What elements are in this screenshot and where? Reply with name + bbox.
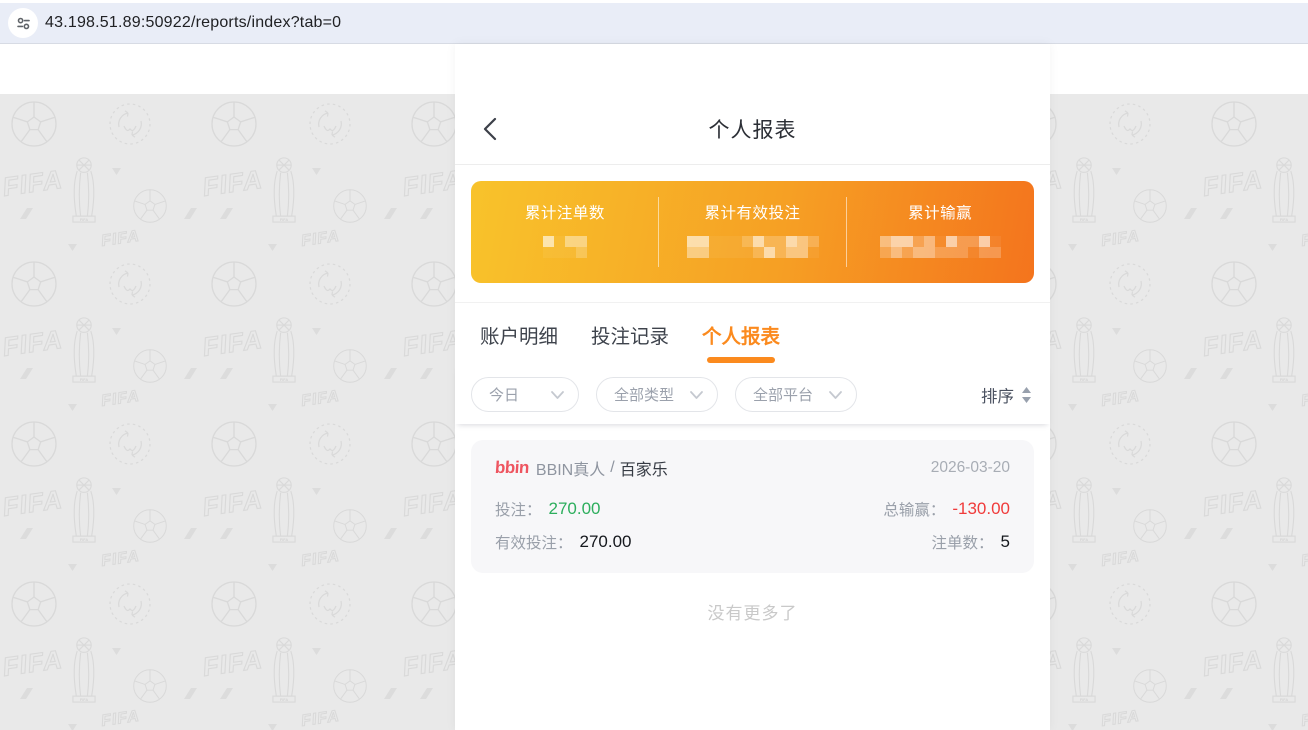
masked-stat-value: [543, 236, 587, 258]
valid-bet-value: 270.00: [580, 532, 632, 552]
winloss-value: -130.00: [952, 499, 1010, 519]
tab-label: 账户明细: [480, 320, 558, 349]
separator: /: [610, 459, 614, 477]
report-list: bbin BBIN真人 / 百家乐 2026-03-20 投注： 270.00 …: [455, 424, 1050, 624]
tab-label: 个人报表: [702, 320, 780, 349]
tab-personal-report[interactable]: 个人报表: [702, 303, 780, 365]
page-title: 个人报表: [709, 114, 797, 144]
report-card[interactable]: bbin BBIN真人 / 百家乐 2026-03-20 投注： 270.00 …: [471, 440, 1034, 573]
stat-total-winloss: 累计输赢: [846, 181, 1034, 283]
dropdown-label: 全部平台: [753, 384, 813, 405]
browser-address-bar: 43.198.51.89:50922/reports/index?tab=0: [0, 0, 1308, 44]
active-tab-underline: [707, 357, 775, 363]
stat-label: 累计注单数: [525, 201, 605, 223]
masked-stat-value: [687, 236, 819, 258]
bbin-logo: bbin: [494, 458, 529, 478]
tab-betting-records[interactable]: 投注记录: [591, 303, 669, 365]
dropdown-label: 今日: [489, 384, 519, 405]
summary-section: 累计注单数 累计有效投注 累计输赢: [455, 165, 1050, 283]
tabs-bar: 账户明细 投注记录 个人报表: [455, 302, 1050, 365]
valid-bet-label: 有效投注：: [495, 531, 573, 553]
no-more-text: 没有更多了: [471, 599, 1034, 624]
masked-stat-value: [880, 236, 1001, 258]
tab-account-details[interactable]: 账户明细: [480, 303, 558, 365]
sort-arrows-icon: [1021, 386, 1032, 404]
winloss-label: 总输赢：: [883, 498, 945, 520]
divider: [658, 197, 659, 267]
date-range-dropdown[interactable]: 今日: [471, 377, 579, 412]
tune-icon: [16, 16, 31, 31]
stat-total-bets: 累计注单数: [471, 181, 659, 283]
bet-label: 投注：: [495, 498, 542, 520]
bet-count-value: 5: [1001, 532, 1010, 552]
bet-count-label: 注单数：: [932, 531, 994, 553]
filter-bar: 今日 全部类型 全部平台 排序: [455, 365, 1050, 424]
url-text[interactable]: 43.198.51.89:50922/reports/index?tab=0: [45, 14, 341, 32]
divider: [846, 197, 847, 267]
chevron-down-icon: [551, 391, 564, 399]
back-button[interactable]: [483, 94, 513, 164]
tab-label: 投注记录: [591, 320, 669, 349]
chevron-down-icon: [690, 391, 703, 399]
report-date: 2026-03-20: [931, 459, 1010, 477]
stat-label: 累计输赢: [908, 201, 972, 223]
stat-total-valid-bets: 累计有效投注: [659, 181, 847, 283]
stat-label: 累计有效投注: [705, 201, 801, 223]
dropdown-label: 全部类型: [614, 384, 674, 405]
bet-value: 270.00: [549, 499, 601, 519]
site-controls-button[interactable]: [8, 8, 38, 38]
app-header: 个人报表: [455, 94, 1050, 165]
provider-name: BBIN真人: [536, 456, 605, 480]
chevron-left-icon: [483, 117, 497, 141]
sort-button[interactable]: 排序: [981, 383, 1032, 407]
platform-dropdown[interactable]: 全部平台: [735, 377, 857, 412]
summary-card: 累计注单数 累计有效投注 累计输赢: [471, 181, 1034, 283]
game-type-dropdown[interactable]: 全部类型: [596, 377, 718, 412]
game-name: 百家乐: [620, 456, 668, 480]
sort-label: 排序: [981, 383, 1014, 407]
app-content: 个人报表 累计注单数 累计有效投注 累计输赢 账户明细 投注记录: [455, 44, 1050, 730]
chevron-down-icon: [829, 391, 842, 399]
